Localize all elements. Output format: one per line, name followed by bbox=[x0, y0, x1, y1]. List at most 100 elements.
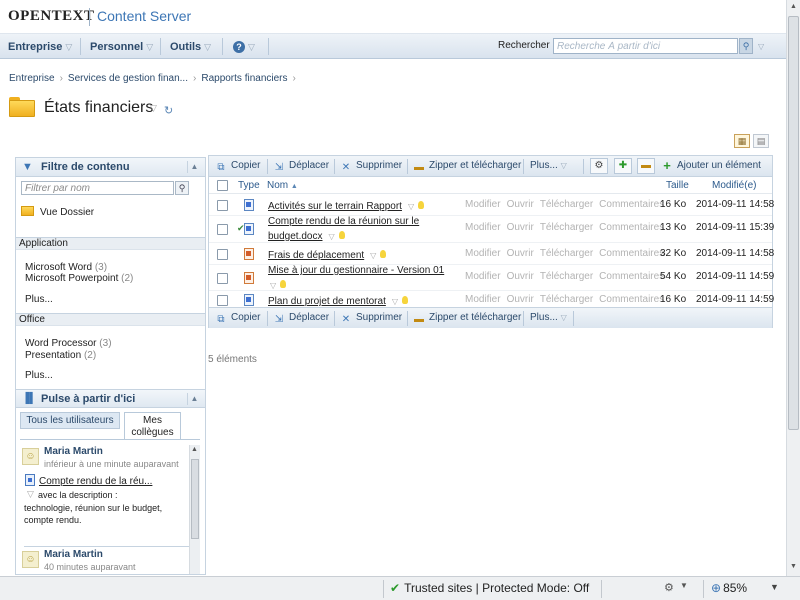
delete-button[interactable]: ✕ Supprimer bbox=[340, 160, 402, 174]
powerpoint-doc-icon[interactable] bbox=[244, 272, 256, 285]
avatar[interactable]: ☺ bbox=[22, 551, 39, 568]
tab-all-users[interactable]: Tous les utilisateurs bbox=[20, 412, 120, 429]
pulse-scrollbar[interactable]: ▲ bbox=[189, 445, 200, 574]
settings-gear-icon[interactable]: ⚙ bbox=[590, 158, 608, 174]
action-open[interactable]: Ouvrir bbox=[507, 222, 534, 233]
lightbulb-icon[interactable] bbox=[380, 250, 387, 258]
word-doc-icon[interactable] bbox=[244, 223, 256, 236]
action-comments[interactable]: Commentaires bbox=[599, 248, 664, 259]
chevron-down-icon[interactable]: ▽ bbox=[370, 251, 376, 260]
scroll-down-arrow-icon[interactable]: ▼ bbox=[790, 563, 797, 570]
lightbulb-icon[interactable] bbox=[402, 296, 409, 304]
list-view-icon[interactable]: ▤ bbox=[753, 134, 769, 148]
security-zone[interactable]: ✔ Trusted sites | Protected Mode: Off bbox=[390, 581, 589, 595]
refresh-icon[interactable]: ↻ bbox=[164, 104, 173, 117]
breadcrumb-item[interactable]: Services de gestion finan... bbox=[68, 73, 188, 84]
search-input[interactable] bbox=[553, 38, 738, 54]
scroll-up-arrow-icon[interactable]: ▲ bbox=[191, 446, 198, 453]
action-open[interactable]: Ouvrir bbox=[507, 271, 534, 282]
action-download[interactable]: Télécharger bbox=[540, 294, 593, 305]
action-edit[interactable]: Modifier bbox=[465, 271, 501, 282]
avatar[interactable]: ☺ bbox=[22, 448, 39, 465]
copy-button[interactable]: ⧉ Copier bbox=[215, 160, 260, 174]
zip-download-button[interactable]: ▬ Zipper et télécharger bbox=[413, 312, 521, 326]
folder-view-link[interactable]: Vue Dossier bbox=[21, 206, 94, 218]
filter-more-link[interactable]: Plus... bbox=[25, 294, 53, 305]
action-open[interactable]: Ouvrir bbox=[507, 294, 534, 305]
item-link[interactable]: Activités sur le terrain Rapport bbox=[268, 201, 402, 212]
more-button[interactable]: Plus... ▽ bbox=[530, 312, 567, 323]
nav-entreprise[interactable]: Entreprise ▽ bbox=[8, 41, 72, 53]
item-link[interactable]: Mise à jour du gestionnaire - Version 01 bbox=[268, 265, 444, 276]
filter-more-link[interactable]: Plus... bbox=[25, 370, 53, 381]
lightbulb-icon[interactable] bbox=[280, 280, 287, 288]
chevron-down-icon[interactable]: ▽ bbox=[329, 232, 335, 241]
column-size[interactable]: Taille bbox=[666, 180, 689, 191]
powerpoint-doc-icon[interactable] bbox=[244, 248, 256, 261]
row-checkbox[interactable] bbox=[217, 295, 228, 306]
delete-button[interactable]: ✕ Supprimer bbox=[340, 312, 402, 326]
item-link[interactable]: Compte rendu de la réunion sur le bbox=[268, 216, 419, 227]
word-doc-icon[interactable] bbox=[244, 294, 256, 307]
copy-button[interactable]: ⧉ Copier bbox=[215, 312, 260, 326]
move-button[interactable]: ⇲ Déplacer bbox=[273, 312, 329, 326]
more-button[interactable]: Plus... ▽ bbox=[530, 160, 567, 171]
action-comments[interactable]: Commentaires bbox=[599, 271, 664, 282]
column-modified[interactable]: Modifié(e) bbox=[712, 180, 756, 191]
collapse-icon[interactable]: ▲ bbox=[187, 393, 201, 405]
table-row[interactable]: Mise à jour du gestionnaire - Version 01… bbox=[209, 265, 774, 291]
filter-item[interactable]: Presentation (2) bbox=[25, 350, 96, 361]
chevron-down-icon[interactable]: ▽ bbox=[270, 281, 276, 290]
row-checkbox[interactable] bbox=[217, 273, 228, 284]
select-all-checkbox[interactable] bbox=[217, 180, 228, 191]
row-checkbox[interactable] bbox=[217, 249, 228, 260]
table-row[interactable]: Activités sur le terrain Rapport ▽ Modifi… bbox=[209, 195, 774, 216]
scroll-up-arrow-icon[interactable]: ▲ bbox=[790, 3, 797, 10]
action-edit[interactable]: Modifier bbox=[465, 199, 501, 210]
column-type[interactable]: Type bbox=[238, 180, 260, 191]
filter-item[interactable]: Word Processor (3) bbox=[25, 338, 112, 349]
row-checkbox[interactable] bbox=[217, 200, 228, 211]
pulse-user-name[interactable]: Maria Martin bbox=[44, 446, 103, 457]
title-menu-chevron-icon[interactable]: ▽ bbox=[150, 103, 157, 114]
search-options-icon[interactable]: ▽ bbox=[758, 42, 764, 51]
add-document-icon[interactable]: ✚ bbox=[614, 158, 632, 174]
item-link-continued[interactable]: budget.docx bbox=[268, 231, 323, 242]
action-comments[interactable]: Commentaires bbox=[599, 199, 664, 210]
item-link[interactable]: Frais de déplacement bbox=[268, 250, 364, 261]
chevron-down-icon[interactable]: ▽ bbox=[408, 202, 414, 211]
add-item-button[interactable]: + Ajouter un élément bbox=[661, 159, 761, 172]
table-row[interactable]: Frais de déplacement ▽ Modifier Ouvrir Télé… bbox=[209, 244, 774, 265]
filter-item[interactable]: Microsoft Word (3) bbox=[25, 262, 107, 273]
breadcrumb-item[interactable]: Entreprise bbox=[9, 73, 55, 84]
tab-my-colleagues[interactable]: Mes collègues bbox=[124, 412, 181, 440]
row-checkbox[interactable] bbox=[217, 224, 228, 235]
search-icon[interactable]: ⚲ bbox=[739, 38, 753, 54]
action-download[interactable]: Télécharger bbox=[540, 271, 593, 282]
nav-personnel[interactable]: Personnel ▽ bbox=[90, 41, 153, 53]
table-row[interactable]: ✔ Compte rendu de la réunion sur le budge… bbox=[209, 216, 774, 243]
action-open[interactable]: Ouvrir bbox=[507, 248, 534, 259]
chevron-down-icon[interactable]: ▼ bbox=[680, 581, 688, 590]
scroll-thumb[interactable] bbox=[788, 16, 799, 430]
pulse-doc-title[interactable]: Compte rendu de la réu... bbox=[39, 476, 152, 487]
item-link[interactable]: Plan du projet de mentorat bbox=[268, 296, 386, 307]
nav-help[interactable]: ? ▽ bbox=[233, 41, 255, 53]
action-download[interactable]: Télécharger bbox=[540, 222, 593, 233]
action-open[interactable]: Ouvrir bbox=[507, 199, 534, 210]
filter-search-icon[interactable]: ⚲ bbox=[175, 181, 189, 195]
move-button[interactable]: ⇲ Déplacer bbox=[273, 160, 329, 174]
filter-item[interactable]: Microsoft Powerpoint (2) bbox=[25, 273, 133, 284]
lightbulb-icon[interactable] bbox=[418, 201, 425, 209]
protected-mode-icon[interactable]: ⚙ bbox=[664, 581, 674, 594]
action-edit[interactable]: Modifier bbox=[465, 248, 501, 259]
lightbulb-icon[interactable] bbox=[338, 231, 345, 239]
word-doc-icon[interactable] bbox=[244, 199, 256, 212]
column-name[interactable]: Nom ▲ bbox=[267, 180, 298, 191]
filter-name-input[interactable] bbox=[21, 181, 174, 195]
action-comments[interactable]: Commentaires bbox=[599, 222, 664, 233]
collapse-icon[interactable]: ▲ bbox=[187, 161, 201, 173]
action-download[interactable]: Télécharger bbox=[540, 248, 593, 259]
pulse-doc-link[interactable]: Compte rendu de la réu... bbox=[25, 474, 152, 487]
scroll-thumb[interactable] bbox=[191, 459, 199, 539]
